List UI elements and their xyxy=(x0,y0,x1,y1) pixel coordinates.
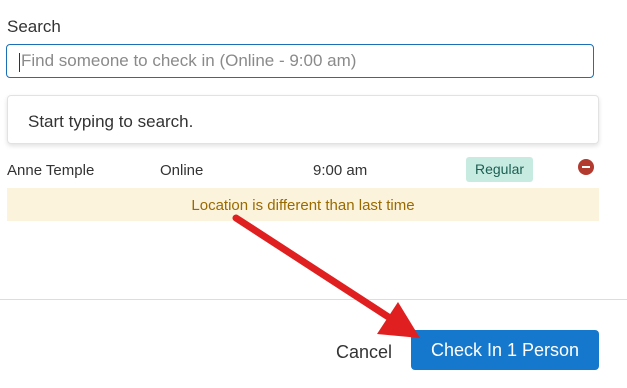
footer-divider xyxy=(0,299,627,300)
cancel-button[interactable]: Cancel xyxy=(330,335,398,369)
search-hint-text: Start typing to search. xyxy=(28,112,194,131)
annotation-arrow-line xyxy=(232,214,394,322)
search-label: Search xyxy=(7,17,61,36)
search-input[interactable] xyxy=(6,44,594,78)
minus-circle-icon[interactable] xyxy=(578,159,594,175)
person-location: Online xyxy=(160,162,204,179)
location-warning-text: Location is different than last time xyxy=(191,197,415,214)
status-badge: Regular xyxy=(466,157,534,182)
person-name: Anne Temple xyxy=(7,162,95,179)
search-results-dropdown: Start typing to search. xyxy=(7,95,599,144)
person-row: Anne Temple Online 9:00 am Regular xyxy=(0,156,627,184)
location-warning: Location is different than last time xyxy=(7,188,599,221)
person-time: 9:00 am xyxy=(313,162,368,179)
text-caret xyxy=(19,53,20,72)
check-in-button[interactable]: Check In 1 Person xyxy=(411,330,599,370)
